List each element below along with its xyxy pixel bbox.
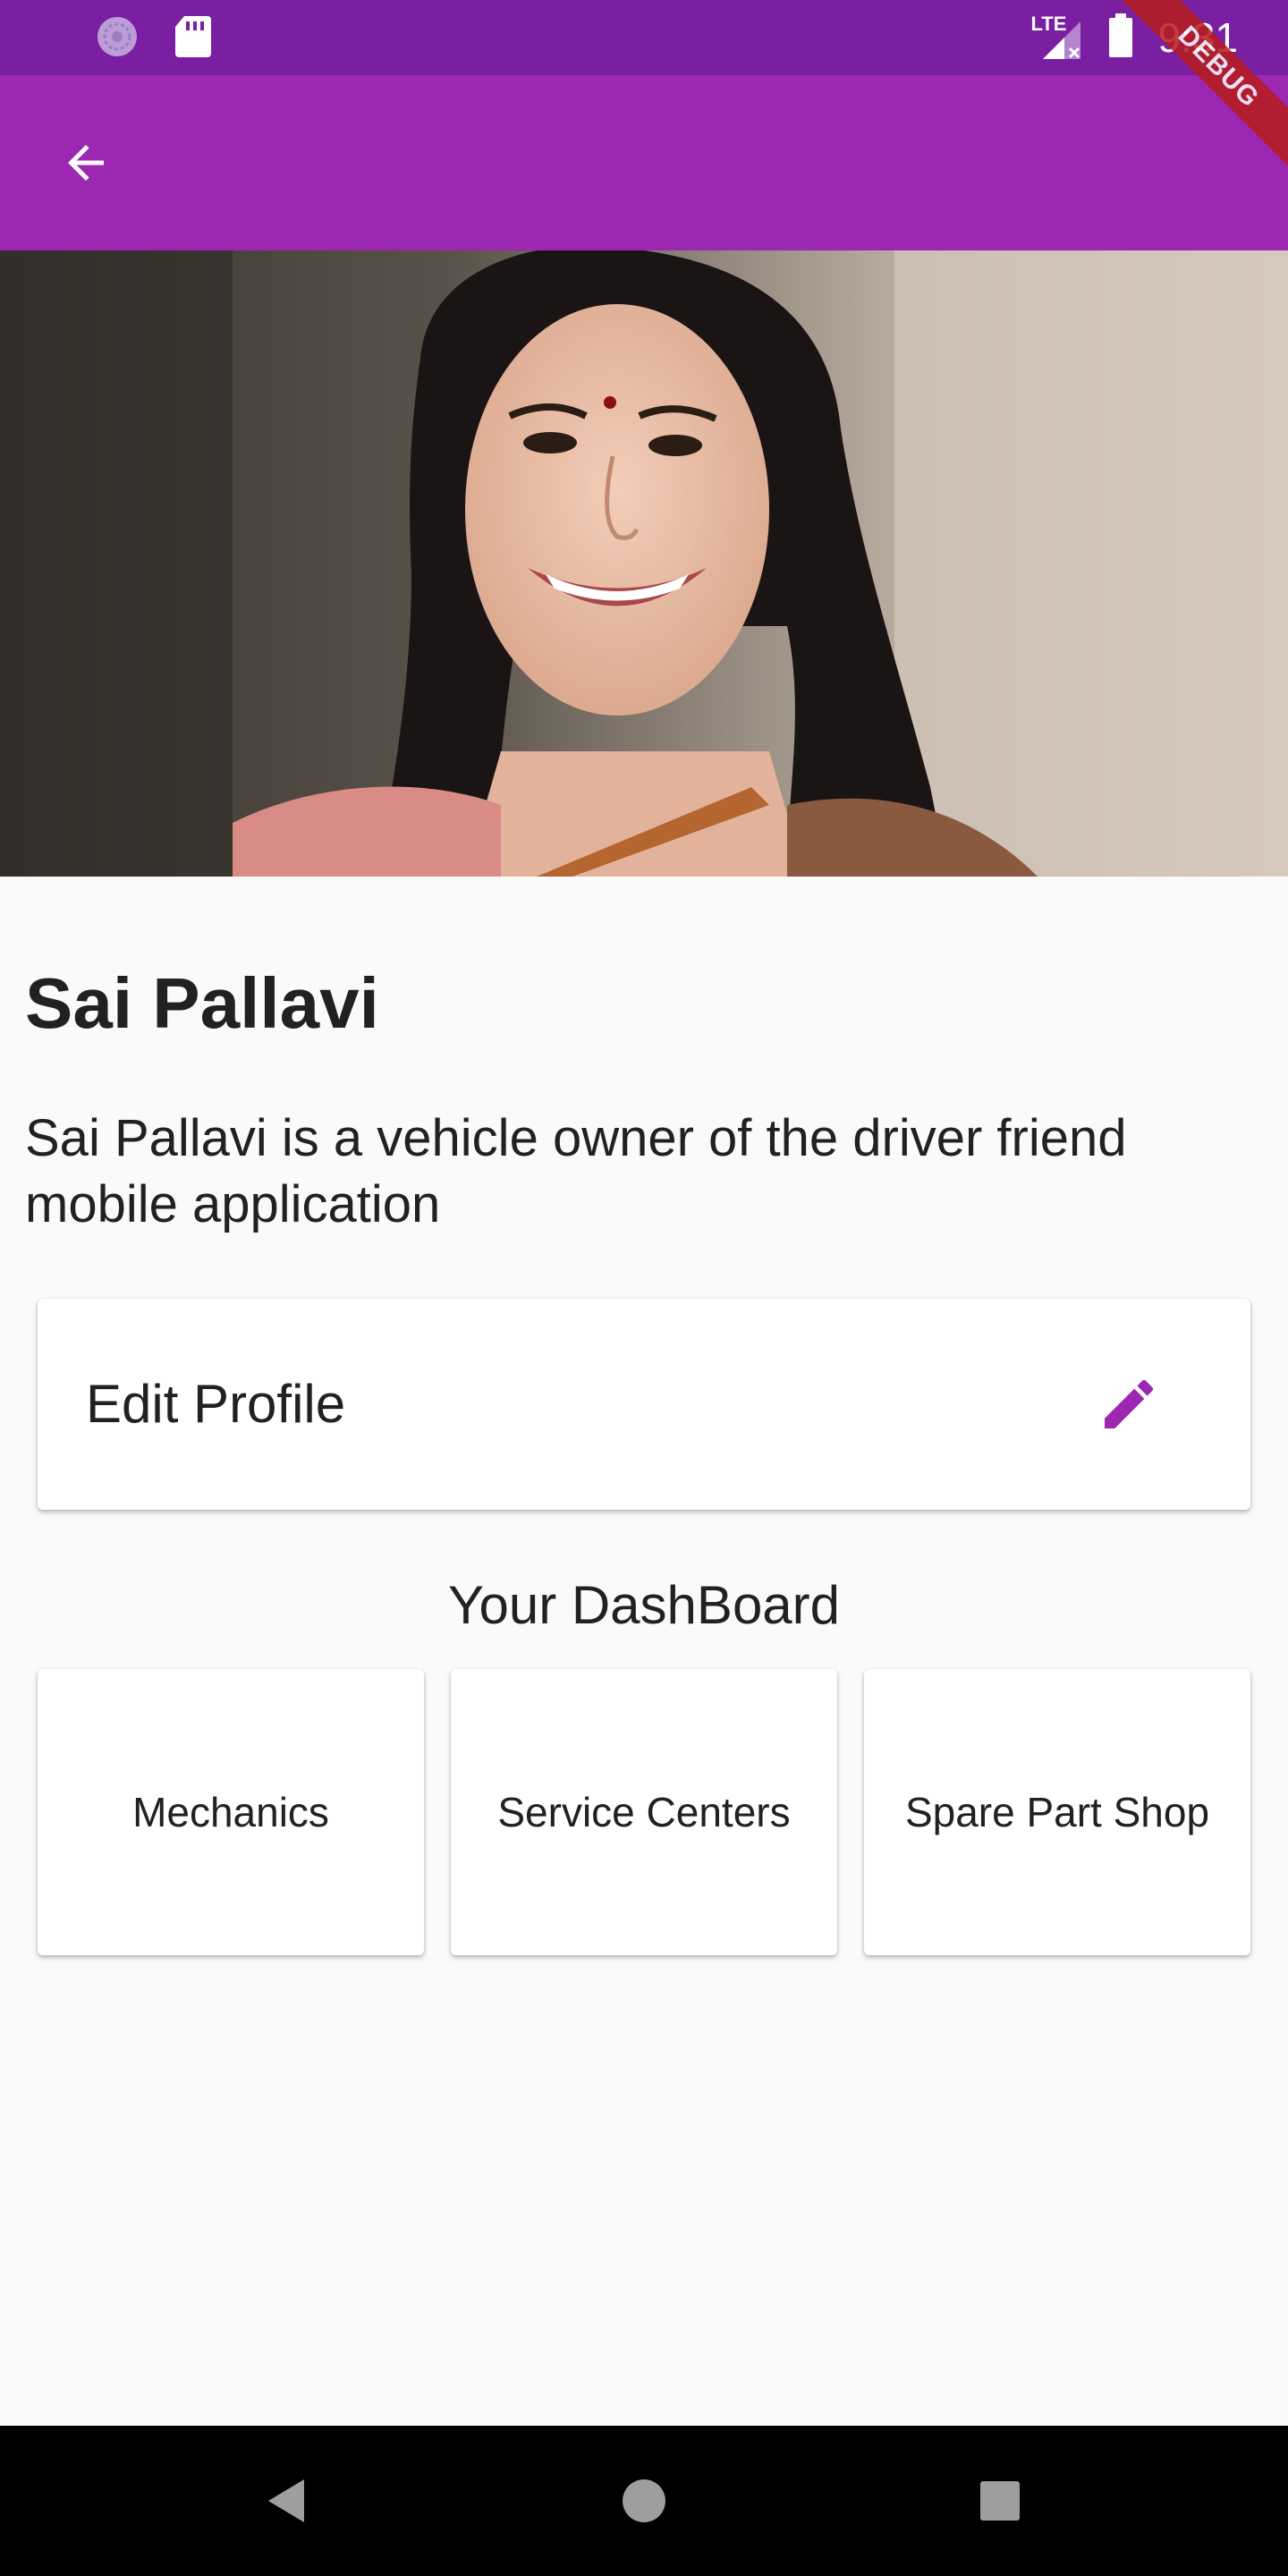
sync-status-icon [95, 14, 140, 64]
status-left-icons [95, 14, 213, 64]
back-button[interactable] [43, 120, 129, 206]
status-time: 9:31 [1157, 14, 1238, 61]
pencil-icon [1105, 1379, 1154, 1428]
profile-description: Sai Pallavi is a vehicle owner of the dr… [25, 1109, 1127, 1233]
tile-label: Spare Part Shop [904, 1789, 1210, 1835]
profile-name: Sai Pallavi [25, 963, 379, 1043]
profile-photo [0, 250, 1288, 877]
sd-card-icon [174, 14, 213, 64]
nav-home-button[interactable] [606, 2463, 682, 2538]
tile-label: Mechanics [132, 1789, 329, 1835]
nav-recents-icon [980, 2481, 1020, 2521]
signal-icon: LTE [1030, 13, 1084, 63]
app-bar [0, 75, 1288, 250]
mechanics-tile[interactable]: Mechanics [38, 1669, 424, 1955]
nav-home-icon [623, 2479, 665, 2522]
nav-recents-button[interactable] [962, 2463, 1038, 2538]
status-bar: LTE 9:31 [0, 0, 1288, 75]
edit-profile-button[interactable]: Edit Profile [38, 1299, 1250, 1510]
spare-part-shop-tile[interactable]: Spare Part Shop [864, 1669, 1250, 1955]
battery-icon [1107, 13, 1134, 63]
tile-label: Service Centers [497, 1789, 791, 1835]
system-nav-bar [0, 2426, 1288, 2576]
status-right-icons: LTE 9:31 [1030, 9, 1238, 66]
service-centers-tile[interactable]: Service Centers [451, 1669, 837, 1955]
dashboard-title: Your DashBoard [447, 1575, 841, 1635]
screen: LTE 9:31 DEBUG Sai Pallavi Sai Pallavi i… [0, 0, 1288, 2576]
nav-back-button[interactable] [249, 2463, 324, 2538]
edit-profile-label: Edit Profile [86, 1374, 346, 1434]
arrow-back-icon [68, 145, 104, 181]
nav-back-icon [268, 2479, 304, 2522]
